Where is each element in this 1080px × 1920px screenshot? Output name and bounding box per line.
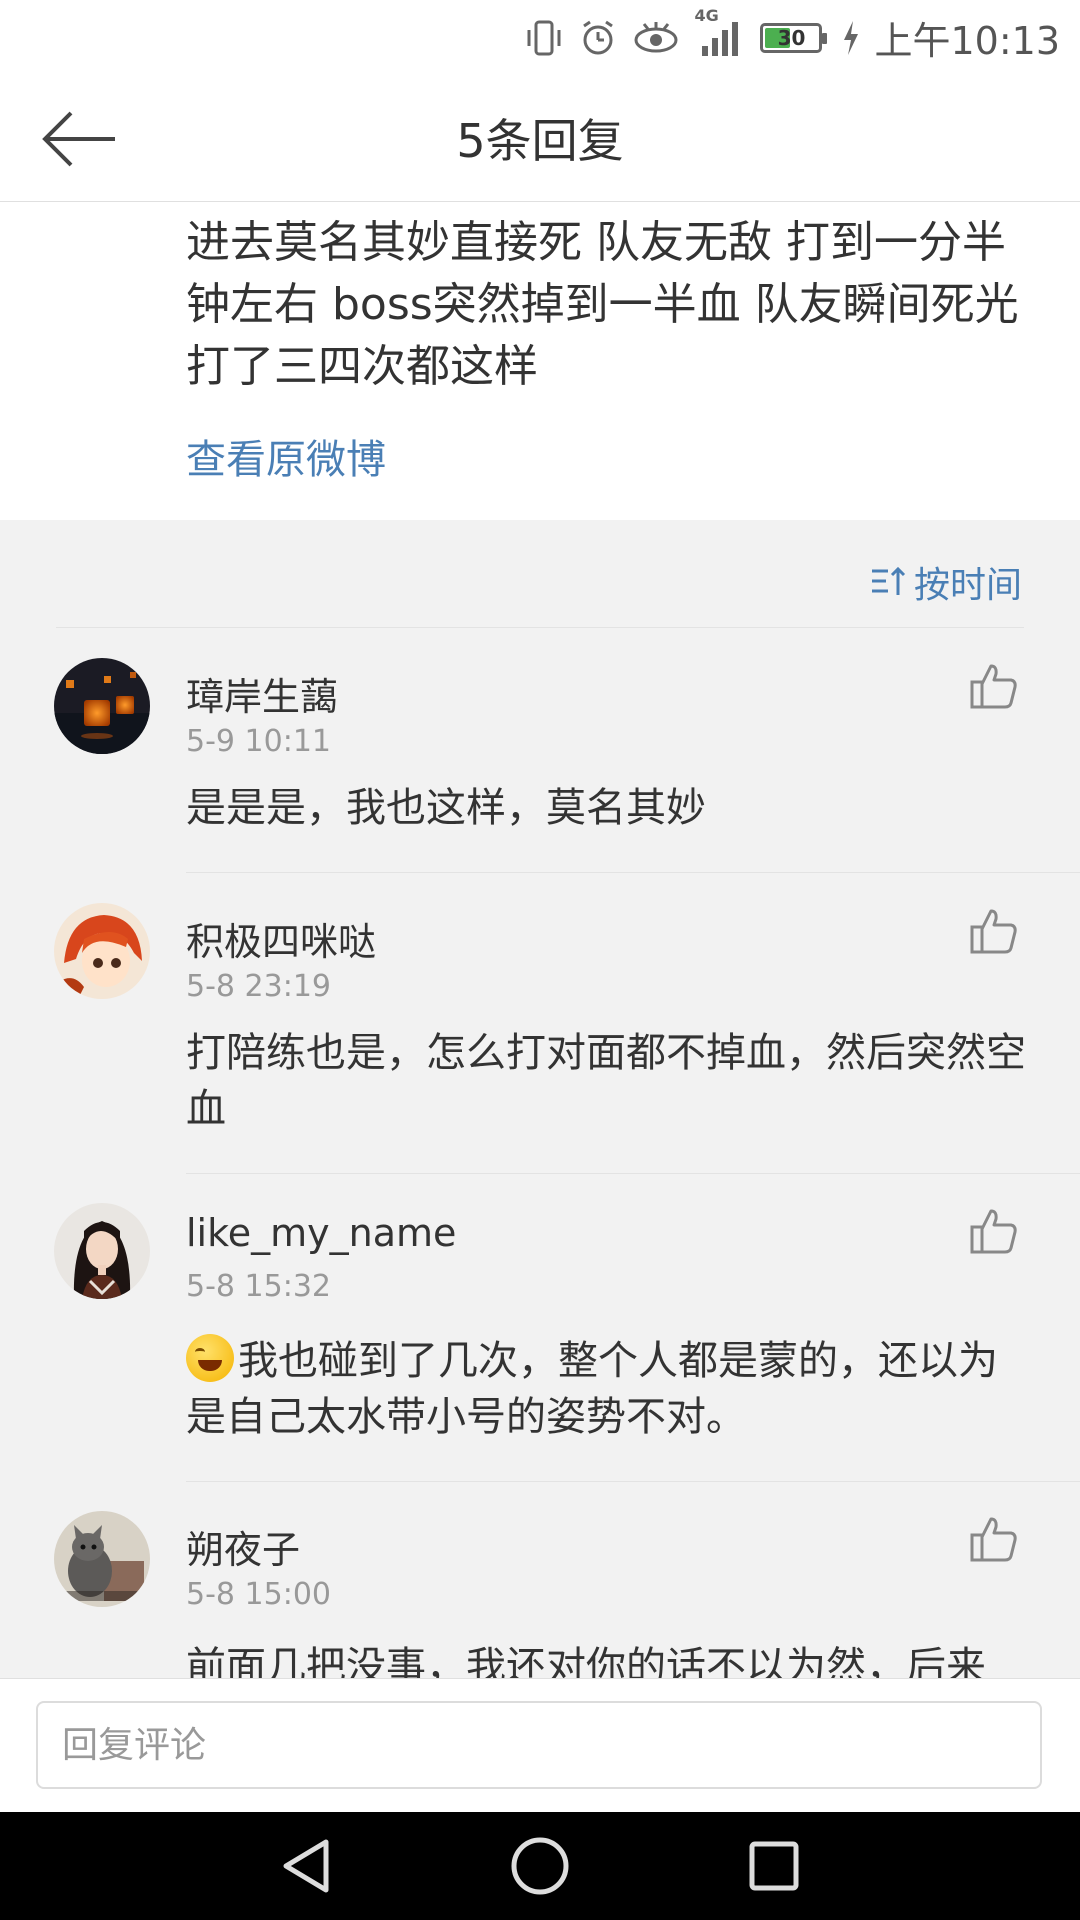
battery-level: 30 xyxy=(777,25,806,50)
eye-icon xyxy=(632,18,680,58)
thumbs-up-icon xyxy=(970,664,1017,709)
circle-home-icon xyxy=(511,1837,569,1895)
anime-girl-avatar xyxy=(54,903,150,999)
comment-time: 5-8 15:00 xyxy=(186,1577,331,1612)
comment-time: 5-8 15:32 xyxy=(186,1269,331,1304)
divider xyxy=(186,1173,1080,1174)
like-button[interactable] xyxy=(964,658,1024,714)
reply-bar xyxy=(0,1678,1080,1812)
comment-author[interactable]: 朔夜子 xyxy=(186,1519,300,1574)
thumbs-up-icon xyxy=(970,1209,1017,1254)
comment-text: 打陪练也是，怎么打对面都不掉血，然后突然空血 xyxy=(186,1030,1026,1132)
comment-text-block: 我也碰到了几次，整个人都是蒙的，还以为是自己太水带小号的姿势不对。 xyxy=(186,1333,1036,1445)
charging-icon xyxy=(842,20,860,55)
divider xyxy=(56,627,1024,628)
sort-label: 按时间 xyxy=(913,565,1022,606)
nav-recents-button[interactable] xyxy=(742,1834,806,1898)
like-button[interactable] xyxy=(964,903,1024,959)
status-time: 上午10:13 xyxy=(874,19,1060,63)
square-recents-icon xyxy=(749,1841,799,1891)
vibrate-icon xyxy=(524,18,564,58)
sort-bar: 按时间 xyxy=(0,520,1080,628)
divider xyxy=(186,872,1080,873)
network-type: 4G xyxy=(694,5,719,25)
status-bar: 4G 30 上午10:13 xyxy=(0,0,1080,75)
comment-author[interactable]: 璋岸生藹 xyxy=(186,666,338,721)
sort-icon xyxy=(871,566,906,595)
avatar[interactable] xyxy=(54,658,150,754)
laughing-tears-emoji xyxy=(186,1334,234,1382)
original-post: 进去莫名其妙直接死 队友无敌 打到一分半钟左右 boss突然掉到一半血 队友瞬间… xyxy=(0,202,1080,520)
avatar[interactable] xyxy=(54,1511,150,1607)
nav-back-button[interactable] xyxy=(274,1834,338,1898)
avatar[interactable] xyxy=(54,903,150,999)
like-button[interactable] xyxy=(964,1203,1024,1259)
woman-avatar xyxy=(54,1203,150,1299)
top-header: 5条回复 xyxy=(0,75,1080,202)
comment-author[interactable]: 积极四咪哒 xyxy=(186,911,376,966)
page-title: 5条回复 xyxy=(456,114,624,168)
battery-icon: 30 xyxy=(760,22,828,53)
comment-text: 前面几把没事，我还对你的话不以为然，后来 xyxy=(186,1644,986,1678)
comment-item: 朔夜子 5-8 15:00 前面几把没事，我还对你的话不以为然，后来 xyxy=(0,1481,1080,1678)
system-nav-bar xyxy=(0,1812,1080,1920)
nav-home-button[interactable] xyxy=(508,1834,572,1898)
lanterns-avatar xyxy=(54,658,150,754)
reply-input[interactable] xyxy=(36,1701,1042,1789)
comment-time: 5-9 10:11 xyxy=(186,724,331,759)
triangle-back-icon xyxy=(283,1839,329,1893)
avatar[interactable] xyxy=(54,1203,150,1299)
comment-author[interactable]: like_my_name xyxy=(186,1211,456,1255)
comment-text: 是是是，我也这样，莫名其妙 xyxy=(186,785,706,831)
post-text: 进去莫名其妙直接死 队友无敌 打到一分半钟左右 boss突然掉到一半血 队友瞬间… xyxy=(186,217,1019,392)
like-button[interactable] xyxy=(964,1511,1024,1567)
view-original-link[interactable]: 查看原微博 xyxy=(186,427,386,485)
signal-icon: 4G xyxy=(694,6,746,60)
comment-time: 5-8 23:19 xyxy=(186,969,331,1004)
cat-avatar xyxy=(54,1511,150,1607)
sort-by-time-button[interactable]: 按时间 xyxy=(870,556,1022,608)
thumbs-up-icon xyxy=(970,909,1017,954)
comment-text: 我也碰到了几次，整个人都是蒙的，还以为是自己太水带小号的姿势不对。 xyxy=(186,1338,998,1440)
alarm-icon xyxy=(578,18,618,58)
thumbs-up-icon xyxy=(970,1517,1017,1562)
